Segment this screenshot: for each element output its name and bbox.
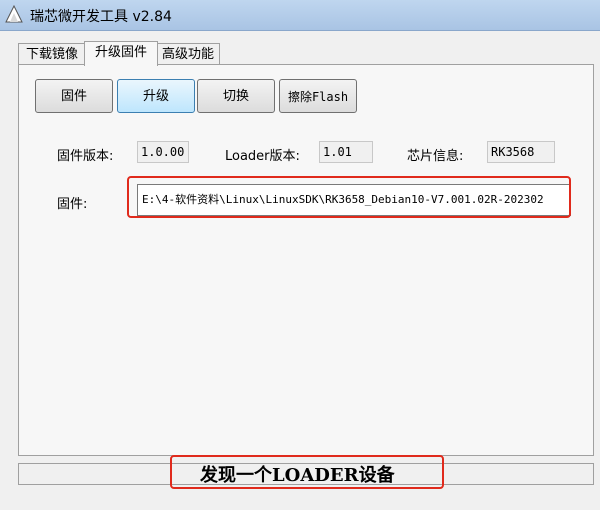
firmware-path-label: 固件:: [57, 197, 88, 212]
tab-upgrade-firmware[interactable]: 升级固件: [84, 41, 158, 66]
firmware-version-label: 固件版本:: [57, 149, 114, 164]
switch-button[interactable]: 切换: [197, 79, 275, 113]
loader-version-label: Loader版本:: [225, 149, 300, 164]
firmware-version-value: 1.0.00: [137, 141, 189, 163]
firmware-button[interactable]: 固件: [35, 79, 113, 113]
upgrade-firmware-panel: 固件 升级 切换 擦除Flash 固件版本: 1.0.00 Loader版本: …: [18, 64, 594, 456]
upgrade-button[interactable]: 升级: [117, 79, 195, 113]
window-title: 瑞芯微开发工具 v2.84: [30, 9, 172, 25]
status-highlight: [170, 455, 444, 489]
chip-info-value: RK3568: [487, 141, 555, 163]
tab-advanced-functions[interactable]: 高级功能: [156, 43, 220, 65]
loader-version-value: 1.01: [319, 141, 373, 163]
erase-flash-button[interactable]: 擦除Flash: [279, 79, 357, 113]
chip-info-label: 芯片信息:: [407, 149, 464, 164]
firmware-path-highlight: [127, 176, 571, 218]
title-bar[interactable]: 瑞芯微开发工具 v2.84: [0, 0, 600, 31]
tab-download-image[interactable]: 下载镜像: [18, 43, 86, 65]
app-icon: [5, 4, 23, 23]
